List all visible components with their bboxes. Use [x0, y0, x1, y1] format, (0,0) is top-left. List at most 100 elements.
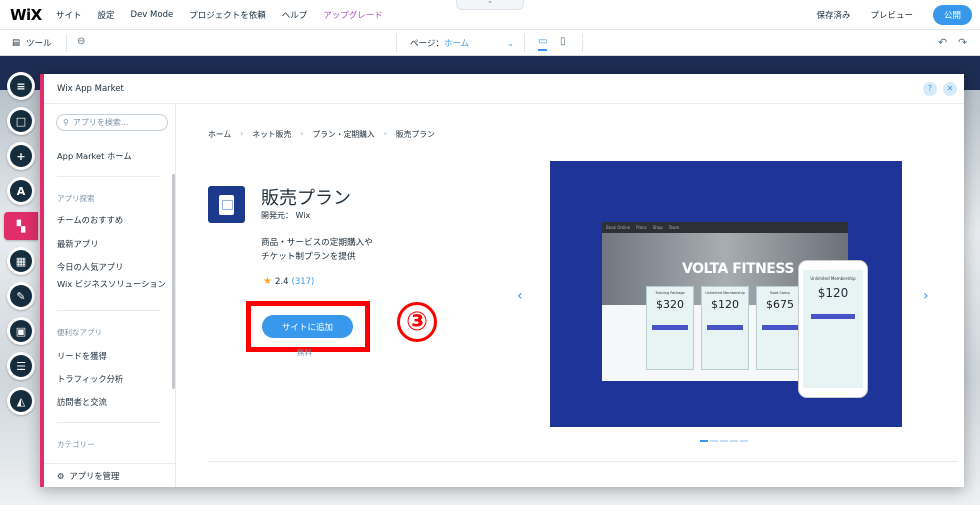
carousel-dot[interactable]: [740, 440, 748, 442]
preview-plan-card: Boot Camp $675: [756, 286, 804, 370]
sidebar-divider: [57, 310, 160, 311]
plan-name: Boot Camp: [770, 291, 790, 295]
top-actions: 保存済み プレビュー 公開: [816, 0, 972, 30]
menu-site[interactable]: サイト: [48, 9, 90, 21]
preview-nav-item: Team: [668, 225, 680, 230]
sidebar-scrollbar[interactable]: [172, 174, 175, 389]
sidebar-item-team-picks[interactable]: チームのおすすめ: [57, 214, 123, 226]
help-icon[interactable]: ?: [923, 82, 937, 96]
search-input[interactable]: ⚲ アプリを検索...: [56, 114, 168, 131]
chevron-right-icon: ›: [300, 129, 304, 138]
chevron-up-icon: ⌃: [487, 0, 493, 8]
bookings-icon: ▣: [10, 320, 32, 342]
sidebar-item-traffic[interactable]: トラフィック分析: [57, 373, 123, 385]
theme-icon: A: [10, 180, 32, 202]
plan-select-bar: [652, 325, 688, 330]
carousel-prev-icon[interactable]: ‹: [517, 288, 523, 304]
menu-help[interactable]: ヘルプ: [274, 9, 316, 21]
tools-button[interactable]: ▤ ツール: [12, 30, 52, 56]
app-description-line: チケット制プランを提供: [261, 252, 356, 262]
preview-nav-item: Shop: [652, 225, 663, 230]
redo-icon[interactable]: ↷: [958, 36, 967, 49]
chevron-down-icon: ⌄: [507, 38, 514, 48]
plan-select-bar: [707, 325, 743, 330]
sidebar-item-home[interactable]: App Market ホーム: [57, 150, 132, 162]
breadcrumb-current: 販売プラン: [395, 130, 435, 139]
menu-hire[interactable]: プロジェクトを依頼: [181, 9, 274, 21]
menu-upgrade[interactable]: アップグレード: [315, 9, 391, 21]
carousel-dot[interactable]: [700, 440, 708, 442]
carousel-pagination: [700, 440, 748, 442]
phone-plan-select-bar: [811, 314, 855, 319]
chevron-right-icon: ›: [240, 129, 244, 138]
breadcrumb-online-sales[interactable]: ネット販売: [252, 129, 291, 140]
app-developer: 開発元： Wix: [261, 211, 311, 220]
menu-settings[interactable]: 設定: [90, 9, 123, 21]
left-tool-rail: ≡ □ + A ▚ ▦ ✎ ▣ ☰ ◭: [4, 72, 38, 422]
review-count[interactable]: (317): [292, 277, 315, 287]
sidebar-section-category: カテゴリー: [57, 440, 95, 449]
gear-icon: ⚙: [57, 470, 65, 481]
carousel-next-icon[interactable]: ›: [923, 288, 929, 304]
blog-button[interactable]: ✎: [7, 282, 35, 310]
desktop-view-icon[interactable]: ▭: [538, 36, 548, 51]
pages-button[interactable]: ≡: [7, 72, 35, 100]
app-market-sidebar: ⚲ アプリを検索... App Market ホーム アプリ探索 チームのおすす…: [44, 104, 176, 487]
collapse-topbar-button[interactable]: ⌃: [456, 0, 524, 10]
manage-apps-label: アプリを管理: [69, 470, 120, 481]
sidebar-item-newest[interactable]: 最新アプリ: [57, 238, 99, 250]
toolbar-divider: [524, 34, 525, 52]
chevron-right-icon: ›: [383, 129, 387, 138]
plan-price: $120: [711, 298, 739, 311]
app-rating: ★ 2.4 (317): [263, 276, 314, 287]
add-icon: +: [10, 145, 32, 167]
menu-dev-mode[interactable]: Dev Mode: [123, 10, 182, 20]
zoom-out-icon[interactable]: ⊖: [77, 36, 85, 47]
plan-price: $675: [766, 298, 794, 311]
app-detail-panel: ホーム › ネット販売 › プラン・定期購入 › 販売プラン 販売プラン 開発元…: [177, 104, 964, 487]
app-screenshot-carousel: Book Online Plans Shop Team VOLTA FITNES…: [550, 161, 902, 427]
plan-name: Training Package: [655, 291, 685, 295]
page-value: ホーム: [443, 39, 470, 49]
breadcrumb-plans[interactable]: プラン・定期購入: [312, 129, 374, 140]
background-button[interactable]: □: [7, 107, 35, 135]
media-icon: ▦: [10, 250, 32, 272]
sidebar-item-popular[interactable]: 今日の人気アプリ: [57, 261, 123, 273]
page-selector[interactable]: ページ：ホーム ⌄: [410, 30, 514, 56]
carousel-dot[interactable]: [710, 440, 718, 442]
theme-button[interactable]: A: [7, 177, 35, 205]
tools-label: ツール: [26, 39, 52, 49]
preview-button[interactable]: プレビュー: [870, 9, 913, 21]
bookings-button[interactable]: ▣: [7, 317, 35, 345]
breadcrumb-home[interactable]: ホーム: [208, 129, 231, 140]
annotation-highlight-box: [246, 301, 370, 352]
close-icon[interactable]: ✕: [943, 82, 957, 96]
rating-value: 2.4: [274, 276, 289, 287]
add-button[interactable]: +: [7, 142, 35, 170]
sidebar-item-visitors[interactable]: 訪問者と交流: [57, 396, 107, 408]
store-button[interactable]: ◭: [7, 387, 35, 415]
app-market-dialog: Wix App Market ? ✕ ⚲ アプリを検索... App Marke…: [40, 74, 964, 487]
document-icon: [219, 194, 234, 215]
app-market-button[interactable]: ▚: [4, 212, 38, 240]
manage-apps-button[interactable]: ⚙ アプリを管理: [44, 463, 175, 487]
background-icon: □: [10, 110, 32, 132]
mobile-view-icon[interactable]: ▯: [560, 36, 566, 47]
star-icon: ★: [263, 276, 272, 287]
carousel-dot[interactable]: [730, 440, 738, 442]
publish-button[interactable]: 公開: [932, 5, 972, 25]
table-button[interactable]: ☰: [7, 352, 35, 380]
plan-price: $320: [656, 298, 684, 311]
tools-icon: ▤: [12, 38, 21, 48]
sidebar-item-leads[interactable]: リードを獲得: [57, 350, 107, 362]
phone-plan-price: $120: [817, 286, 849, 300]
app-description: 商品・サービスの定期購入や チケット制プランを提供: [261, 236, 401, 264]
preview-plan-card: Training Package $320: [646, 286, 694, 370]
carousel-dot[interactable]: [720, 440, 728, 442]
plan-name: Unlimited Membership: [705, 291, 745, 295]
sidebar-item-business-solutions[interactable]: Wix ビジネスソリューション: [57, 278, 166, 290]
media-button[interactable]: ▦: [7, 247, 35, 275]
toolbar-divider: [582, 34, 583, 52]
undo-icon[interactable]: ↶: [938, 36, 947, 49]
preview-nav-item: Book Online: [606, 225, 631, 230]
